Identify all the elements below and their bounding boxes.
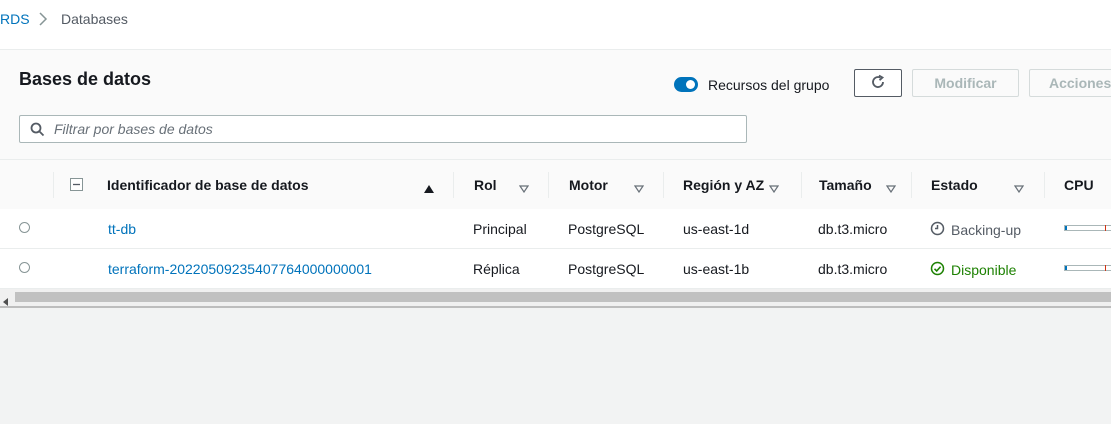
row-select-radio[interactable] [19, 262, 30, 273]
db-identifier-link[interactable]: tt-db [108, 221, 136, 237]
column-header-role[interactable]: Rol [474, 160, 544, 209]
column-header-region[interactable]: Región y AZ [683, 160, 798, 209]
column-header-engine[interactable]: Motor [569, 160, 659, 209]
search-icon [30, 122, 45, 140]
cell-region: us-east-1d [683, 221, 750, 237]
breadcrumb-rds-link[interactable]: RDS [0, 11, 30, 27]
sort-icon [518, 180, 530, 196]
group-resources-label: Recursos del grupo [708, 77, 830, 93]
cpu-fill [1065, 226, 1067, 230]
cpu-usage-bar [1064, 225, 1111, 231]
sort-icon [885, 180, 897, 196]
column-divider [453, 172, 454, 198]
column-divider [911, 172, 912, 198]
filter-input[interactable] [54, 116, 734, 142]
table-row[interactable]: tt-db Principal PostgreSQL us-east-1d db… [0, 209, 1111, 249]
cpu-threshold-mark [1105, 225, 1106, 231]
scroll-left-arrow-icon[interactable] [3, 293, 9, 309]
cpu-usage-bar [1064, 265, 1111, 271]
actions-button[interactable]: Acciones [1029, 69, 1111, 97]
cpu-fill [1065, 266, 1067, 270]
column-header-cpu[interactable]: CPU [1064, 160, 1111, 209]
sort-icon [768, 180, 780, 196]
refresh-button[interactable] [854, 69, 902, 97]
column-divider [548, 172, 549, 198]
sort-icon [1013, 180, 1025, 196]
cell-role: Principal [473, 221, 527, 237]
cell-size: db.t3.micro [818, 221, 888, 237]
filter-box [19, 115, 747, 143]
cell-size: db.t3.micro [818, 261, 888, 277]
column-divider [1044, 172, 1045, 198]
table-header: Identificador de base de datos Rol Motor… [0, 159, 1111, 210]
cell-engine: PostgreSQL [568, 261, 645, 277]
status-text: Backing-up [951, 222, 1022, 238]
group-resources-toggle[interactable] [674, 77, 698, 92]
cell-engine: PostgreSQL [568, 221, 645, 237]
status-text: Disponible [951, 262, 1017, 278]
column-header-size[interactable]: Tamaño [819, 160, 904, 209]
chevron-right-icon [36, 10, 50, 31]
cell-region: us-east-1b [683, 261, 750, 277]
sort-icon [633, 180, 645, 196]
column-header-status[interactable]: Estado [931, 160, 1031, 209]
db-identifier-link[interactable]: terraform-20220509235407764000000001 [108, 261, 372, 277]
expand-all-icon[interactable] [70, 178, 83, 194]
row-select-radio[interactable] [19, 222, 30, 233]
cell-role: Réplica [473, 261, 520, 277]
status-badge: Backing-up [930, 221, 1021, 239]
column-header-id[interactable]: Identificador de base de datos [107, 160, 447, 209]
clock-icon [930, 221, 945, 239]
page-title: Bases de datos [19, 69, 152, 89]
table-row[interactable]: terraform-20220509235407764000000001 Rép… [0, 249, 1111, 289]
databases-panel: Bases de datos Recursos del grupo Modifi… [0, 50, 1111, 289]
column-divider [53, 172, 54, 198]
scrollbar-thumb[interactable] [15, 292, 1111, 302]
refresh-icon [870, 74, 886, 93]
sort-ascending-icon [424, 180, 434, 196]
check-circle-icon [930, 261, 945, 279]
breadcrumb-current: Databases [61, 11, 128, 27]
horizontal-scrollbar[interactable] [0, 289, 1111, 308]
cpu-threshold-mark [1105, 265, 1106, 271]
status-badge: Disponible [930, 261, 1016, 279]
modify-button[interactable]: Modificar [912, 69, 1019, 97]
column-divider [801, 172, 802, 198]
column-divider [663, 172, 664, 198]
breadcrumb: RDS Databases [0, 0, 1111, 50]
